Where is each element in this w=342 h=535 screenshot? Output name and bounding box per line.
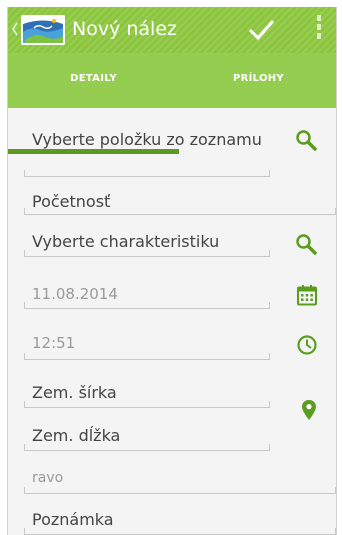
item-placeholder: Vyberte položku zo zoznamu [32, 130, 262, 149]
location-field-underline [24, 487, 336, 494]
location-pin-icon[interactable] [301, 399, 317, 421]
latitude-field-underline [24, 401, 270, 408]
clock-icon[interactable] [296, 334, 318, 356]
location-value: ravo [32, 470, 64, 486]
date-field-underline [24, 302, 270, 309]
calendar-icon[interactable] [296, 284, 318, 306]
search-icon[interactable] [295, 129, 317, 151]
longitude-field-underline [24, 444, 270, 451]
time-field-underline [24, 353, 270, 360]
location-field[interactable]: ravo [32, 468, 332, 488]
up-caret-icon[interactable] [11, 22, 19, 36]
note-field[interactable]: Poznámka [32, 510, 332, 530]
note-placeholder: Poznámka [32, 510, 114, 529]
screen-title: Nový nález [72, 18, 177, 40]
item-field[interactable]: Vyberte položku zo zoznamu [32, 130, 262, 150]
latitude-placeholder: Zem. šírka [32, 383, 117, 402]
characteristic-placeholder: Vyberte charakteristiku [32, 232, 220, 251]
tab-attachments[interactable]: PRÍLOHY [179, 53, 336, 108]
action-bar: Nový nález [8, 7, 336, 53]
latitude-field[interactable]: Zem. šírka [32, 383, 262, 403]
count-field-underline [24, 208, 336, 215]
overflow-menu-icon[interactable] [313, 15, 325, 45]
time-field[interactable]: 12:51 [32, 333, 252, 353]
screen: Nový nález DETAILY PRÍLOHY Vyberte polož… [7, 7, 337, 535]
characteristic-field[interactable]: Vyberte charakteristiku [32, 232, 272, 252]
item-field-underline [24, 170, 270, 177]
date-field[interactable]: 11.08.2014 [32, 284, 252, 304]
time-value: 12:51 [32, 334, 76, 352]
longitude-placeholder: Zem. dĺžka [32, 426, 121, 445]
search-icon[interactable] [295, 233, 317, 255]
date-value: 11.08.2014 [32, 285, 118, 303]
app-logo[interactable] [20, 14, 66, 46]
note-field-underline [24, 528, 336, 535]
characteristic-field-underline [24, 250, 270, 257]
checkmark-icon[interactable] [246, 17, 276, 43]
longitude-field[interactable]: Zem. dĺžka [32, 426, 262, 446]
tab-details[interactable]: DETAILY [8, 53, 179, 108]
tab-bar: DETAILY PRÍLOHY [8, 53, 336, 154]
